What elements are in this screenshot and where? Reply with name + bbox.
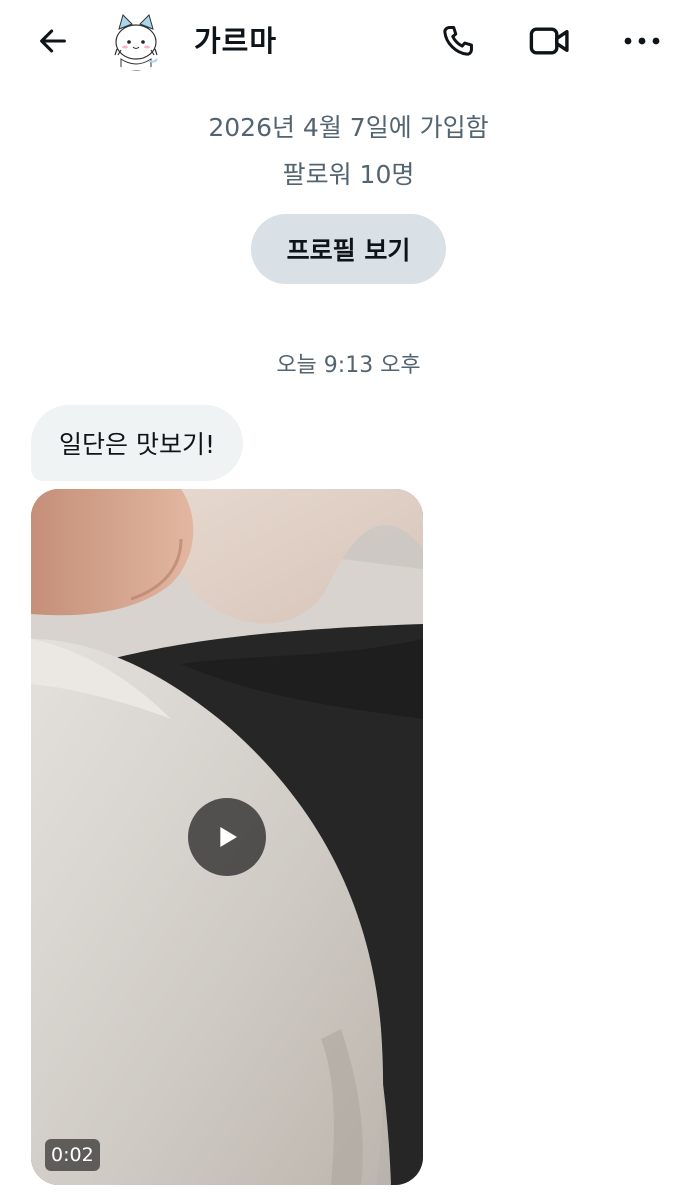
more-horizontal-icon [624, 37, 660, 45]
message-bubble[interactable]: 일단은 맛보기! [31, 405, 243, 481]
video-duration: 0:02 [45, 1139, 100, 1171]
phone-icon [443, 26, 473, 56]
conversation-header: 가르마 [0, 0, 697, 86]
view-profile-button[interactable]: 프로필 보기 [251, 214, 446, 284]
more-options-button[interactable] [618, 18, 666, 64]
avatar[interactable] [105, 9, 167, 71]
video-camera-icon [529, 27, 569, 55]
call-button[interactable] [434, 18, 482, 64]
video-message[interactable]: 0:02 [31, 489, 423, 1185]
page-title: 가르마 [194, 24, 278, 58]
play-button[interactable] [188, 798, 266, 876]
play-icon [220, 827, 237, 847]
arrow-left-icon [40, 29, 66, 53]
follower-count: 팔로워 10명 [282, 160, 415, 189]
back-button[interactable] [30, 18, 76, 64]
message-timestamp: 오늘 9:13 오후 [276, 353, 421, 378]
video-call-button[interactable] [526, 18, 574, 64]
joined-date: 2026년 4월 7일에 가입함 [208, 113, 489, 142]
